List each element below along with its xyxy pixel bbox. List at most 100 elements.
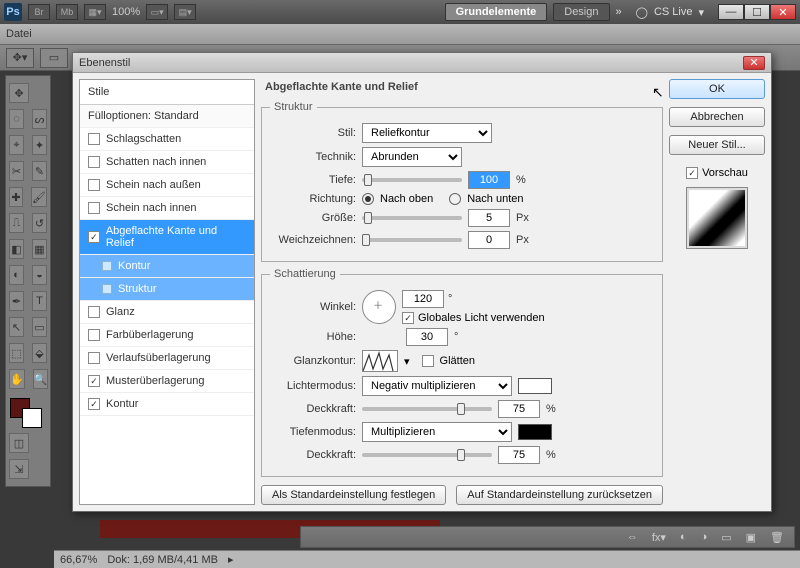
3dcam-tool[interactable]: ⬙ (32, 343, 47, 363)
zoom-tool[interactable]: 🔍 (33, 369, 49, 389)
direction-down-radio[interactable] (449, 193, 461, 205)
hand-tool[interactable]: ✋ (9, 369, 25, 389)
antialias-checkbox[interactable] (422, 355, 434, 367)
checkbox[interactable] (88, 133, 100, 145)
soften-slider[interactable] (362, 238, 462, 242)
color-swatches[interactable] (8, 396, 48, 428)
depth-slider[interactable] (362, 178, 462, 182)
highlight-opacity-input[interactable] (498, 400, 540, 418)
blur-tool[interactable]: ◐ (9, 265, 24, 285)
link-layers-icon[interactable]: ⇔ (627, 531, 638, 543)
soften-input[interactable] (468, 231, 510, 249)
styles-header[interactable]: Stile (80, 80, 254, 105)
heal-tool[interactable]: ✚ (9, 187, 23, 207)
pattern-overlay-item[interactable]: ✓Musterüberlagerung (80, 370, 254, 393)
checkbox[interactable] (88, 156, 100, 168)
workspace-essentials[interactable]: Grundelemente (445, 3, 548, 21)
new-style-button[interactable]: Neuer Stil... (669, 135, 765, 155)
zoom-level[interactable]: 100% (112, 6, 140, 18)
shape-tool[interactable]: ▭ (32, 317, 47, 337)
brush-tool[interactable]: 🖌 (31, 187, 47, 207)
preview-checkbox[interactable]: ✓ (686, 167, 698, 179)
history-tool[interactable]: ↺ (32, 213, 47, 233)
minibridge-button[interactable]: Mb (56, 4, 78, 20)
satin-item[interactable]: Glanz (80, 301, 254, 324)
window-minimize[interactable]: ― (718, 4, 744, 20)
trash-icon[interactable]: 🗑 (770, 531, 784, 544)
folder-icon[interactable]: ▭ (721, 531, 731, 544)
quickselect-tool[interactable]: ⌖ (9, 135, 24, 155)
angle-wheel[interactable]: ＋ (362, 290, 396, 324)
stroke-item[interactable]: ✓Kontur (80, 393, 254, 416)
new-layer-icon[interactable]: ▣ (746, 531, 756, 544)
bevel-texture-subitem[interactable]: Struktur (80, 278, 254, 301)
move-tool[interactable]: ✥ (9, 83, 29, 103)
quickmask-toggle[interactable]: ◫ (9, 433, 29, 453)
checkbox[interactable] (88, 306, 100, 318)
bridge-button[interactable]: Br (28, 4, 50, 20)
crop-tool[interactable]: ✂ (9, 161, 24, 181)
color-overlay-item[interactable]: Farbüberlagerung (80, 324, 254, 347)
angle-input[interactable] (402, 290, 444, 308)
stamp-tool[interactable]: ⎍ (9, 213, 24, 233)
window-close[interactable]: ✕ (770, 4, 796, 20)
cancel-button[interactable]: Abbrechen (669, 107, 765, 127)
marquee-tool[interactable]: ◌ (9, 109, 24, 129)
workspace-more[interactable]: » (616, 6, 622, 18)
mask-icon[interactable]: ◐ (680, 531, 687, 543)
direction-up-radio[interactable] (362, 193, 374, 205)
style-select[interactable]: Reliefkontur (362, 123, 492, 143)
checkbox[interactable] (88, 329, 100, 341)
eraser-tool[interactable]: ◧ (9, 239, 24, 259)
status-doc[interactable]: Dok: 1,69 MB/4,41 MB (107, 554, 218, 566)
dialog-titlebar[interactable]: Ebenenstil ✕ (73, 53, 771, 73)
inner-glow-item[interactable]: Schein nach innen (80, 197, 254, 220)
menu-file[interactable]: Datei (6, 28, 32, 40)
eyedropper-tool[interactable]: ✎ (32, 161, 47, 181)
bevel-contour-subitem[interactable]: Kontur (80, 255, 254, 278)
gradient-overlay-item[interactable]: Verlaufsüberlagerung (80, 347, 254, 370)
wand-tool[interactable]: ✦ (32, 135, 47, 155)
depth-input[interactable] (468, 171, 510, 189)
screenmode-button[interactable]: ▦▾ (84, 4, 106, 20)
type-tool[interactable]: T (32, 291, 47, 311)
size-input[interactable] (468, 209, 510, 227)
highlight-opacity-slider[interactable] (362, 407, 492, 411)
blending-options-item[interactable]: Fülloptionen: Standard (80, 105, 254, 128)
extras-button[interactable]: ▤▾ (174, 4, 196, 20)
make-default-button[interactable]: Als Standardeinstellung festlegen (261, 485, 446, 505)
checkbox[interactable] (88, 202, 100, 214)
cslive-button[interactable]: CS Live (654, 6, 693, 18)
shadow-opacity-input[interactable] (498, 446, 540, 464)
highlight-color-chip[interactable] (518, 378, 552, 394)
fx-icon[interactable]: fx▾ (652, 531, 666, 544)
ok-button[interactable]: OK (669, 79, 765, 99)
status-zoom[interactable]: 66,67% (60, 554, 97, 566)
lasso-tool[interactable]: ᔕ (32, 109, 47, 129)
size-slider[interactable] (362, 216, 462, 220)
gloss-contour-picker[interactable] (362, 350, 398, 372)
pen-tool[interactable]: ✒ (9, 291, 24, 311)
highlight-mode-select[interactable]: Negativ multiplizieren (362, 376, 512, 396)
option-1[interactable]: ▭ (40, 48, 68, 68)
global-light-checkbox[interactable]: ✓ (402, 312, 414, 324)
adjustment-icon[interactable]: ◑ (701, 531, 708, 543)
shadow-opacity-slider[interactable] (362, 453, 492, 457)
technique-select[interactable]: Abrunden (362, 147, 462, 167)
checkbox-checked[interactable]: ✓ (88, 231, 100, 243)
reset-default-button[interactable]: Auf Standardeinstellung zurücksetzen (456, 485, 663, 505)
shadow-color-chip[interactable] (518, 424, 552, 440)
checkbox-checked[interactable]: ✓ (88, 398, 100, 410)
3d-tool[interactable]: ⬚ (9, 343, 24, 363)
checkbox-checked[interactable]: ✓ (88, 375, 100, 387)
checkbox[interactable] (88, 179, 100, 191)
altitude-input[interactable] (406, 328, 448, 346)
gradient-tool[interactable]: ▦ (32, 239, 47, 259)
shadow-mode-select[interactable]: Multiplizieren (362, 422, 512, 442)
screenmode-toggle[interactable]: ⇲ (9, 459, 29, 479)
window-maximize[interactable]: ☐ (744, 4, 770, 20)
tool-preset[interactable]: ✥▾ (6, 48, 34, 68)
checkbox[interactable] (88, 352, 100, 364)
arrange-button[interactable]: ▭▾ (146, 4, 168, 20)
workspace-design[interactable]: Design (553, 3, 609, 21)
